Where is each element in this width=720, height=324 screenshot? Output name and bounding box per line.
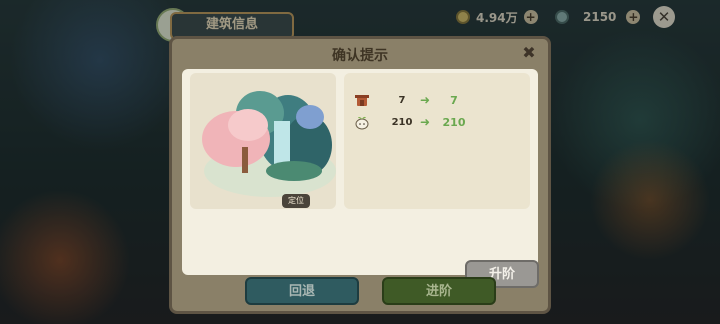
stat-next-value: 210 — [442, 115, 466, 129]
dialog-title: 确认提示 — [332, 48, 388, 64]
back-button[interactable]: 回退 — [245, 277, 359, 305]
tree-building-illustration — [202, 91, 336, 197]
stat-next-value: 7 — [450, 93, 458, 107]
stat-current-value: 210 — [391, 116, 413, 128]
sprout-spirit-icon — [355, 116, 369, 130]
lantern-icon — [355, 95, 369, 106]
upgrade-info-panel: 7 ➜ 7 210 ➜ 210 — [344, 73, 530, 209]
stat-row-lantern: 7 ➜ 7 — [354, 91, 524, 109]
building-preview: 定位 — [190, 73, 336, 209]
arrow-right-icon: ➜ — [419, 115, 431, 129]
arrow-right-icon: ➜ — [419, 93, 431, 107]
dialog-body: 定位 7 ➜ 7 210 ➜ 210 升阶 — [182, 69, 539, 288]
stat-row-sprout: 210 ➜ 210 — [354, 113, 524, 131]
stat-current-value: 7 — [398, 94, 406, 106]
advance-button[interactable]: 进阶 — [382, 277, 496, 305]
confirm-dialog: 确认提示 ✖ 定位 7 ➜ 7 210 ➜ 210 升阶 回退 进阶 — [169, 36, 551, 314]
locate-button[interactable]: 定位 — [282, 194, 310, 208]
dialog-close-button[interactable]: ✖ — [520, 44, 538, 62]
